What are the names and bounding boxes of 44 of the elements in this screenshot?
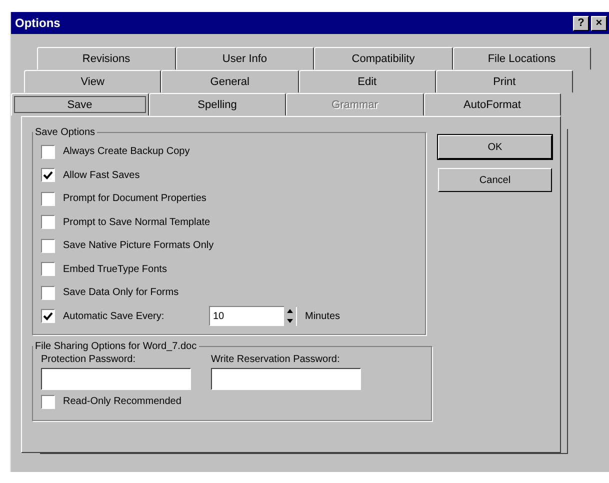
tab[interactable]: AutoFormat — [424, 93, 561, 116]
checkbox[interactable] — [41, 144, 55, 159]
checkbox[interactable] — [41, 394, 55, 409]
tab[interactable]: Edit — [298, 70, 436, 93]
close-button[interactable]: × — [591, 16, 607, 30]
checkbox-label: Always Create Backup Copy — [63, 146, 190, 158]
tab[interactable]: File Locations — [452, 47, 591, 70]
tab[interactable]: User Info — [176, 47, 314, 70]
tab[interactable]: Print — [436, 70, 573, 93]
checkbox-label: Read-Only Recommended — [63, 396, 182, 408]
tab[interactable]: Compatibility — [314, 47, 452, 70]
tab[interactable]: Revisions — [37, 47, 176, 70]
dialog-button[interactable]: OK — [438, 135, 552, 159]
checkbox-label: Embed TrueType Fonts — [63, 264, 167, 275]
checkbox[interactable] — [41, 262, 55, 276]
field-label: Protection Password: — [41, 354, 136, 365]
checkbox[interactable] — [41, 286, 55, 300]
tab[interactable]: Save — [11, 93, 148, 116]
group-title: Save Options — [34, 127, 96, 138]
checkbox-label: Save Native Picture Formats Only — [63, 240, 214, 252]
checkbox-label: Save Data Only for Forms — [63, 287, 179, 298]
input-field[interactable] — [41, 368, 191, 390]
checkbox[interactable] — [41, 238, 55, 253]
checkbox-label: Automatic Save Every: — [63, 310, 166, 322]
checkbox[interactable] — [41, 309, 55, 324]
group-title: File Sharing Options for Word_7.doc — [34, 341, 198, 352]
dialog-button[interactable]: Cancel — [438, 168, 552, 192]
checkbox-label: Allow Fast Saves — [63, 170, 140, 181]
checkbox[interactable] — [41, 168, 55, 182]
tab[interactable]: View — [24, 70, 162, 93]
window-title: Options — [15, 16, 60, 30]
checkbox[interactable] — [41, 215, 55, 230]
up-arrow-icon[interactable] — [284, 306, 296, 316]
unit-label: Minutes — [305, 310, 340, 322]
tab[interactable]: General — [161, 70, 298, 93]
down-arrow-icon[interactable] — [284, 316, 296, 326]
help-button[interactable]: ? — [573, 16, 589, 30]
checkbox-label: Prompt to Save Normal Template — [63, 216, 210, 228]
checkbox[interactable] — [41, 192, 55, 206]
checkbox-label: Prompt for Document Properties — [63, 193, 206, 204]
spin-field[interactable]: 10 — [209, 306, 297, 326]
field-label: Write Reservation Password: — [211, 354, 341, 365]
tab[interactable]: Spelling — [148, 93, 286, 116]
input-field[interactable] — [211, 368, 361, 390]
